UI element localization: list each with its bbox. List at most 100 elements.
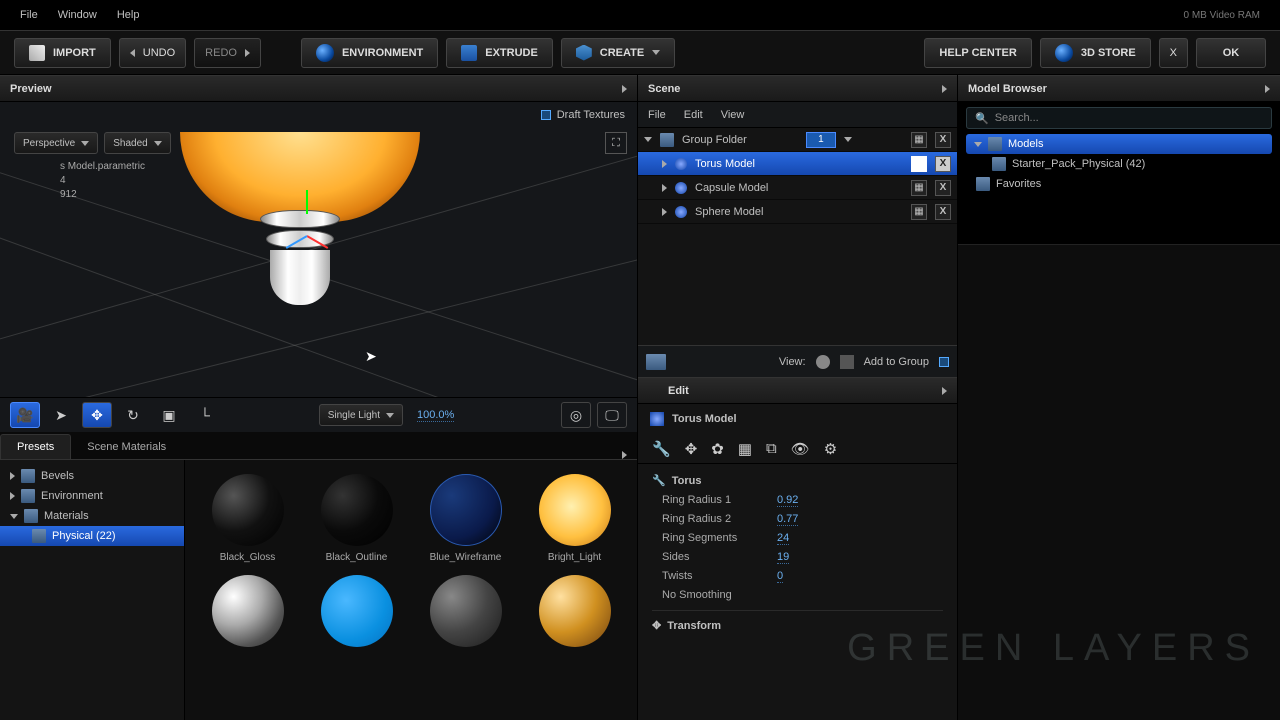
material-blue[interactable] [308, 575, 405, 653]
torus-section[interactable]: 🔧Torus [652, 470, 943, 491]
settings-icon[interactable]: ⚙ [824, 440, 837, 458]
view-mode-2[interactable] [840, 355, 854, 369]
material-chrome[interactable] [199, 575, 296, 653]
viewport-info: s Model.parametric 4 912 [60, 160, 145, 202]
import-icon [29, 45, 45, 61]
sides-value[interactable]: 19 [777, 551, 789, 564]
display-tool[interactable]: 🖵 [597, 402, 627, 428]
ring-radius-2-value[interactable]: 0.77 [777, 513, 798, 526]
rotate-tool[interactable]: ↻ [118, 402, 148, 428]
axis-tool[interactable]: └ [190, 402, 220, 428]
delete-button[interactable]: X [935, 204, 951, 220]
draft-textures-label: Draft Textures [557, 109, 625, 121]
scene-view[interactable]: View [721, 109, 745, 121]
eye-icon[interactable]: 👁 [791, 440, 810, 458]
vram-status: 0 MB Video RAM [1183, 10, 1260, 21]
tree-starter-pack[interactable]: Starter_Pack_Physical (42) [966, 154, 1272, 174]
search-icon: 🔍 [975, 112, 989, 125]
view-mode-1[interactable] [816, 355, 830, 369]
material-bright-light[interactable]: Bright_Light [526, 474, 623, 563]
material-glass[interactable] [417, 575, 514, 653]
import-button[interactable]: IMPORT [14, 38, 111, 68]
close-button[interactable]: X [1159, 38, 1188, 68]
focus-tool[interactable]: ◎ [561, 402, 591, 428]
undo-button[interactable]: UNDO [119, 38, 186, 68]
scene-torus[interactable]: Torus Model ▦ X [638, 152, 957, 176]
add-to-group-button[interactable]: Add to Group [864, 356, 929, 368]
prop-sides: Sides19 [652, 548, 943, 567]
collapse-icon[interactable] [942, 85, 947, 93]
edit-tab[interactable]: Edit [638, 377, 957, 404]
edit-object-title: Torus Model [638, 404, 957, 434]
collapse-icon[interactable] [1265, 85, 1270, 93]
group-counter[interactable]: 1 [806, 132, 836, 148]
camera-dropdown[interactable]: Perspective [14, 132, 98, 154]
material-blue-wireframe[interactable]: Blue_Wireframe [417, 474, 514, 563]
material-black-gloss[interactable]: Black_Gloss [199, 474, 296, 563]
scale-tool[interactable]: ▣ [154, 402, 184, 428]
3d-store-button[interactable]: 3D STORE [1040, 38, 1151, 68]
new-folder-button[interactable] [646, 354, 666, 370]
viewport[interactable]: Draft Textures ➤ [0, 102, 637, 397]
move-icon[interactable]: ✥ [685, 440, 698, 458]
move-tool[interactable]: ✥ [82, 402, 112, 428]
model-preview-area [958, 244, 1280, 720]
draft-textures-checkbox[interactable] [541, 110, 551, 120]
tree-physical[interactable]: Physical (22) [0, 526, 184, 546]
twists-value[interactable]: 0 [777, 570, 783, 583]
select-tool[interactable]: ➤ [46, 402, 76, 428]
camera-tool[interactable]: 🎥 [10, 402, 40, 428]
copy-icon[interactable]: ⧉ [766, 440, 777, 457]
tree-bevels[interactable]: Bevels [0, 466, 184, 486]
extrude-button[interactable]: EXTRUDE [446, 38, 553, 68]
menu-window[interactable]: Window [58, 9, 97, 21]
shading-dropdown[interactable]: Shaded [104, 132, 170, 154]
zoom-value[interactable]: 100.0% [417, 409, 454, 422]
scene-group-folder[interactable]: Group Folder 1 ▦ X [638, 128, 957, 152]
model-tree: Models Starter_Pack_Physical (42) Favori… [958, 134, 1280, 194]
fullscreen-button[interactable]: ⛶ [605, 132, 627, 154]
light-dropdown[interactable]: Single Light [319, 404, 403, 426]
scene-file[interactable]: File [648, 109, 666, 121]
ok-button[interactable]: OK [1196, 38, 1266, 68]
delete-button[interactable]: X [935, 180, 951, 196]
material-gold[interactable] [526, 575, 623, 653]
wrench-icon[interactable]: 🔧 [652, 440, 671, 458]
menu-help[interactable]: Help [117, 9, 140, 21]
ring-segments-value[interactable]: 24 [777, 532, 789, 545]
prop-ring-radius-2: Ring Radius 20.77 [652, 510, 943, 529]
visibility-toggle[interactable]: ▦ [911, 132, 927, 148]
visibility-toggle[interactable]: ▦ [911, 156, 927, 172]
environment-button[interactable]: ENVIRONMENT [301, 38, 438, 68]
scene-edit[interactable]: Edit [684, 109, 703, 121]
collapse-icon[interactable] [622, 85, 627, 93]
menu-file[interactable]: File [20, 9, 38, 21]
delete-button[interactable]: X [935, 132, 951, 148]
add-group-checkbox[interactable] [939, 357, 949, 367]
transform-section[interactable]: ✥Transform [652, 610, 943, 636]
delete-button[interactable]: X [935, 156, 951, 172]
search-input[interactable]: 🔍Search... [966, 107, 1272, 129]
create-button[interactable]: CREATE [561, 38, 675, 68]
main-ribbon: IMPORT UNDO REDO ENVIRONMENT EXTRUDE CRE… [0, 30, 1280, 75]
collapse-icon[interactable] [622, 451, 627, 459]
tab-presets[interactable]: Presets [0, 434, 71, 459]
tree-models[interactable]: Models [966, 134, 1272, 154]
scene-capsule[interactable]: Capsule Model ▦ X [638, 176, 957, 200]
redo-button[interactable]: REDO [194, 38, 261, 68]
wrench-icon: 🔧 [652, 474, 666, 487]
help-center-button[interactable]: HELP CENTER [924, 38, 1031, 68]
visibility-toggle[interactable]: ▦ [911, 180, 927, 196]
undo-icon [130, 49, 135, 57]
tree-environment[interactable]: Environment [0, 486, 184, 506]
tree-favorites[interactable]: Favorites [966, 174, 1272, 194]
material-black-outline[interactable]: Black_Outline [308, 474, 405, 563]
ring-radius-1-value[interactable]: 0.92 [777, 494, 798, 507]
gear-icon[interactable]: ✿ [711, 440, 724, 458]
grid-icon[interactable]: ▦ [738, 440, 752, 458]
tab-scene-materials[interactable]: Scene Materials [71, 435, 182, 459]
scene-sphere[interactable]: Sphere Model ▦ X [638, 200, 957, 224]
tree-materials[interactable]: Materials [0, 506, 184, 526]
folder-icon [660, 133, 674, 147]
visibility-toggle[interactable]: ▦ [911, 204, 927, 220]
